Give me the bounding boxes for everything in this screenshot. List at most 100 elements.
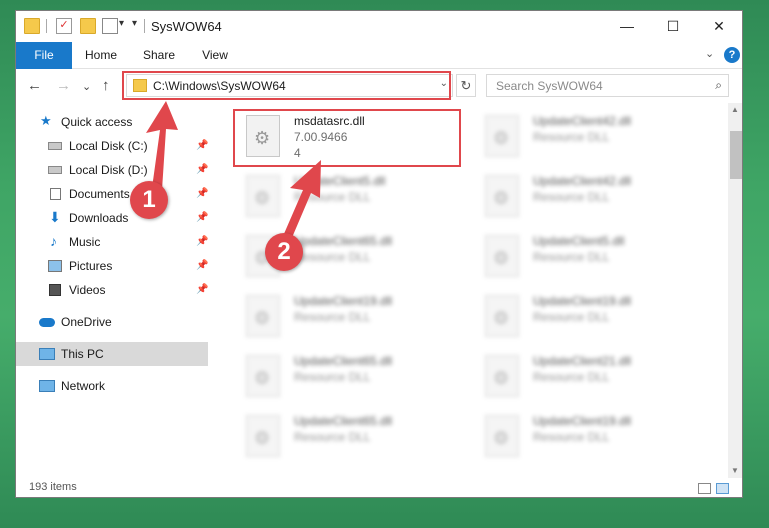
dll-file-icon	[485, 355, 519, 397]
sidebar-item-local-disk-d[interactable]: Local Disk (D:) 📌	[16, 158, 208, 182]
sidebar-item-label: Network	[61, 379, 106, 393]
dll-file-icon	[485, 235, 519, 277]
refresh-button[interactable]: ↻	[456, 74, 476, 97]
item-count: 193 items	[29, 481, 77, 493]
star-icon: ★	[40, 113, 52, 128]
scroll-down-arrow-icon[interactable]: ▼	[731, 466, 739, 475]
search-icon[interactable]: ⌕	[715, 78, 722, 93]
file-tile[interactable]: UpdateClient19.dll Resource DLL	[234, 287, 464, 345]
toolbar-divider	[144, 19, 145, 33]
sidebar-item-this-pc[interactable]: This PC	[16, 342, 208, 366]
file-name: UpdateClient65.dll	[294, 234, 393, 248]
file-name: UpdateClient65.dll	[294, 354, 393, 368]
file-highlight-box	[233, 109, 461, 167]
file-tile[interactable]: UpdateClient65.dll Resource DLL	[234, 347, 464, 405]
sidebar-item-label: Local Disk (C:)	[69, 139, 148, 153]
forward-button[interactable]: →	[56, 77, 71, 94]
sidebar-item-label: Quick access	[61, 115, 133, 129]
monitor-icon	[39, 348, 55, 360]
step-badge-2: 2	[265, 233, 303, 271]
dll-file-icon	[246, 415, 280, 457]
file-tile[interactable]: UpdateClient42.dll Resource DLL	[473, 167, 703, 225]
tab-file[interactable]: File	[16, 42, 72, 69]
music-note-icon: ♪	[50, 233, 57, 249]
file-tile[interactable]: UpdateClient19.dll Resource DLL	[473, 407, 703, 465]
sidebar-item-music[interactable]: ♪ Music 📌	[16, 230, 208, 254]
file-description: Resource DLL	[533, 310, 610, 324]
file-tile[interactable]: UpdateClient5.dll Resource DLL	[234, 167, 464, 225]
dll-file-icon	[246, 175, 280, 217]
minimize-button[interactable]: —	[604, 11, 650, 42]
dll-file-icon	[485, 175, 519, 217]
pin-icon: 📌	[196, 284, 209, 295]
view-options-icon[interactable]	[102, 18, 118, 34]
navigation-pane: ★ Quick access Local Disk (C:) 📌 Local D…	[16, 103, 208, 478]
dll-file-icon	[485, 115, 519, 157]
properties-icon[interactable]: ✓	[56, 18, 72, 34]
sidebar-item-network[interactable]: Network	[16, 374, 208, 398]
dropdown-arrow-icon[interactable]: ▾	[119, 18, 124, 29]
status-bar: 193 items	[16, 478, 742, 497]
pin-icon: 📌	[196, 188, 209, 199]
file-name: UpdateClient19.dll	[533, 294, 632, 308]
tab-share[interactable]: Share	[134, 42, 184, 69]
sidebar-item-local-disk-c[interactable]: Local Disk (C:) 📌	[16, 134, 208, 158]
dll-file-icon	[246, 295, 280, 337]
sidebar-item-label: Pictures	[69, 259, 113, 273]
help-icon[interactable]: ?	[724, 47, 740, 63]
film-icon	[49, 284, 61, 296]
close-button[interactable]: ✕	[696, 11, 742, 42]
customize-toolbar-icon[interactable]: ▾	[132, 18, 137, 29]
sidebar-item-label: This PC	[61, 347, 104, 361]
file-tile[interactable]: UpdateClient19.dll Resource DLL	[473, 287, 703, 345]
file-description: Resource DLL	[294, 190, 371, 204]
download-arrow-icon: ⬇	[49, 209, 61, 225]
address-highlight-box	[122, 71, 451, 100]
file-description: Resource DLL	[533, 430, 610, 444]
large-icons-view-icon[interactable]	[716, 483, 729, 494]
file-description: Resource DLL	[533, 250, 610, 264]
drive-icon	[48, 166, 62, 174]
pin-icon: 📌	[196, 236, 209, 247]
file-tile[interactable]: UpdateClient65.dll Resource DLL	[234, 407, 464, 465]
collapse-ribbon-icon[interactable]: ⌄	[705, 47, 714, 60]
documents-icon	[50, 188, 61, 200]
file-name: UpdateClient42.dll	[533, 114, 632, 128]
sidebar-item-documents[interactable]: Documents 📌	[16, 182, 208, 206]
file-name: UpdateClient5.dll	[533, 234, 625, 248]
file-tile[interactable]: UpdateClient42.dll Resource DLL	[473, 107, 703, 165]
scrollbar-thumb[interactable]	[730, 131, 742, 179]
sidebar-item-label: OneDrive	[61, 315, 112, 329]
search-input[interactable]: Search SysWOW64 ⌕	[486, 74, 729, 97]
sidebar-item-downloads[interactable]: ⬇ Downloads 📌	[16, 206, 208, 230]
sidebar-item-quick-access[interactable]: ★ Quick access	[16, 110, 208, 134]
scroll-up-arrow-icon[interactable]: ▲	[731, 105, 739, 114]
maximize-button[interactable]: ☐	[650, 11, 696, 42]
search-placeholder: Search SysWOW64	[496, 79, 603, 93]
window-title: SysWOW64	[151, 19, 222, 34]
vertical-scrollbar[interactable]: ▲ ▼	[728, 103, 742, 478]
pictures-icon	[48, 260, 62, 272]
up-button[interactable]: ↑	[102, 77, 110, 94]
sidebar-item-pictures[interactable]: Pictures 📌	[16, 254, 208, 278]
file-description: Resource DLL	[294, 370, 371, 384]
network-icon	[39, 380, 55, 392]
new-folder-icon[interactable]	[80, 18, 96, 34]
file-tile[interactable]: UpdateClient5.dll Resource DLL	[473, 227, 703, 285]
back-button[interactable]: ←	[27, 77, 42, 94]
recent-locations-button[interactable]: ⌄	[82, 80, 91, 93]
details-view-icon[interactable]	[698, 483, 711, 494]
sidebar-item-videos[interactable]: Videos 📌	[16, 278, 208, 302]
file-description: Resource DLL	[533, 130, 610, 144]
sidebar-item-label: Documents	[69, 187, 130, 201]
step-badge-1: 1	[130, 181, 168, 219]
tab-home[interactable]: Home	[76, 42, 126, 69]
dll-file-icon	[485, 295, 519, 337]
file-description: Resource DLL	[533, 370, 610, 384]
ribbon: File Home Share View ⌄ ?	[16, 42, 742, 69]
tab-view[interactable]: View	[191, 42, 239, 69]
sidebar-item-label: Downloads	[69, 211, 129, 225]
sidebar-item-onedrive[interactable]: OneDrive	[16, 310, 208, 334]
file-tile[interactable]: UpdateClient21.dll Resource DLL	[473, 347, 703, 405]
pin-icon: 📌	[196, 164, 209, 175]
